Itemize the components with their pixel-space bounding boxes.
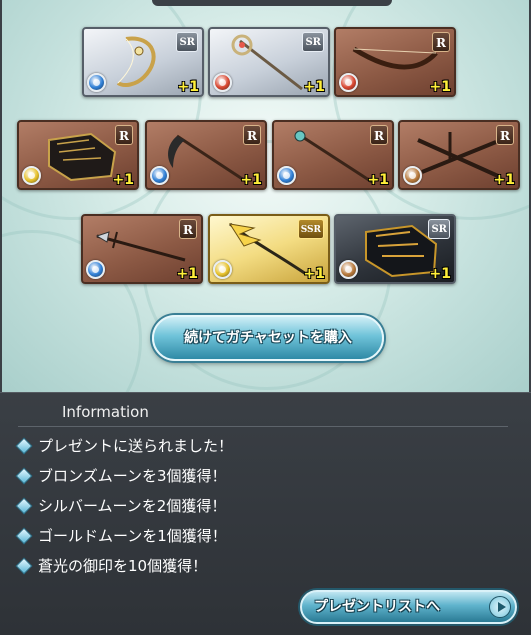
info-title: Information [62,403,149,421]
rarity-badge: SSR [297,219,324,239]
present-list-button[interactable]: プレゼントリストへ [300,590,517,624]
item-card[interactable]: SSR +1 [208,214,330,284]
info-line: ブロンズムーンを3個獲得！ [15,465,227,491]
info-line: シルバームーンを2個獲得！ [15,495,226,521]
earth-element-icon [403,166,422,185]
plus-bonus: +1 [177,79,199,95]
item-card[interactable]: R +1 [145,120,267,190]
rarity-badge: R [370,125,388,145]
gacha-result-area: SR +1 SR +1 R +1 R +1 R +1 R +1 R +1 R +… [0,0,531,392]
fire-element-icon [213,73,232,92]
item-card[interactable]: SR +1 [82,27,204,97]
top-frame-edge [152,0,392,6]
water-element-icon [150,166,169,185]
plus-bonus: +1 [112,172,134,188]
rarity-badge: SR [428,219,450,239]
rarity-badge: R [179,219,197,239]
item-card[interactable]: R +1 [398,120,520,190]
rarity-badge: R [115,125,133,145]
diamond-bullet-icon [15,437,33,455]
light-element-icon [213,260,232,279]
water-element-icon [87,73,106,92]
item-card[interactable]: R +1 [272,120,394,190]
plus-bonus: +1 [303,266,325,282]
item-card[interactable]: R +1 [17,120,139,190]
earth-element-icon [339,260,358,279]
water-element-icon [86,260,105,279]
buy-gacha-set-button[interactable]: 続けてガチャセットを購入 [152,315,384,361]
item-card[interactable]: SR +1 [334,214,456,284]
item-card[interactable]: R +1 [334,27,456,97]
plus-bonus: +1 [367,172,389,188]
plus-bonus: +1 [429,266,451,282]
plus-bonus: +1 [240,172,262,188]
arrow-right-icon [489,596,511,618]
rarity-badge: R [496,125,514,145]
info-line: プレゼントに送られました！ [15,435,233,461]
rarity-badge: SR [176,32,198,52]
fire-element-icon [339,73,358,92]
rarity-badge: R [243,125,261,145]
light-element-icon [22,166,41,185]
item-card[interactable]: SR +1 [208,27,330,97]
plus-bonus: +1 [176,266,198,282]
present-list-label: プレゼントリストへ [314,599,440,615]
plus-bonus: +1 [429,79,451,95]
plus-bonus: +1 [493,172,515,188]
diamond-bullet-icon [15,557,33,575]
diamond-bullet-icon [15,467,33,485]
water-element-icon [277,166,296,185]
info-header: Information [18,401,508,427]
plus-bonus: +1 [303,79,325,95]
rarity-badge: SR [302,32,324,52]
diamond-bullet-icon [15,497,33,515]
info-line: 蒼光の御印を10個獲得！ [15,555,207,581]
rarity-badge: R [432,32,450,52]
info-line: ゴールドムーンを1個獲得！ [15,525,227,551]
item-card[interactable]: R +1 [81,214,203,284]
diamond-bullet-icon [15,527,33,545]
